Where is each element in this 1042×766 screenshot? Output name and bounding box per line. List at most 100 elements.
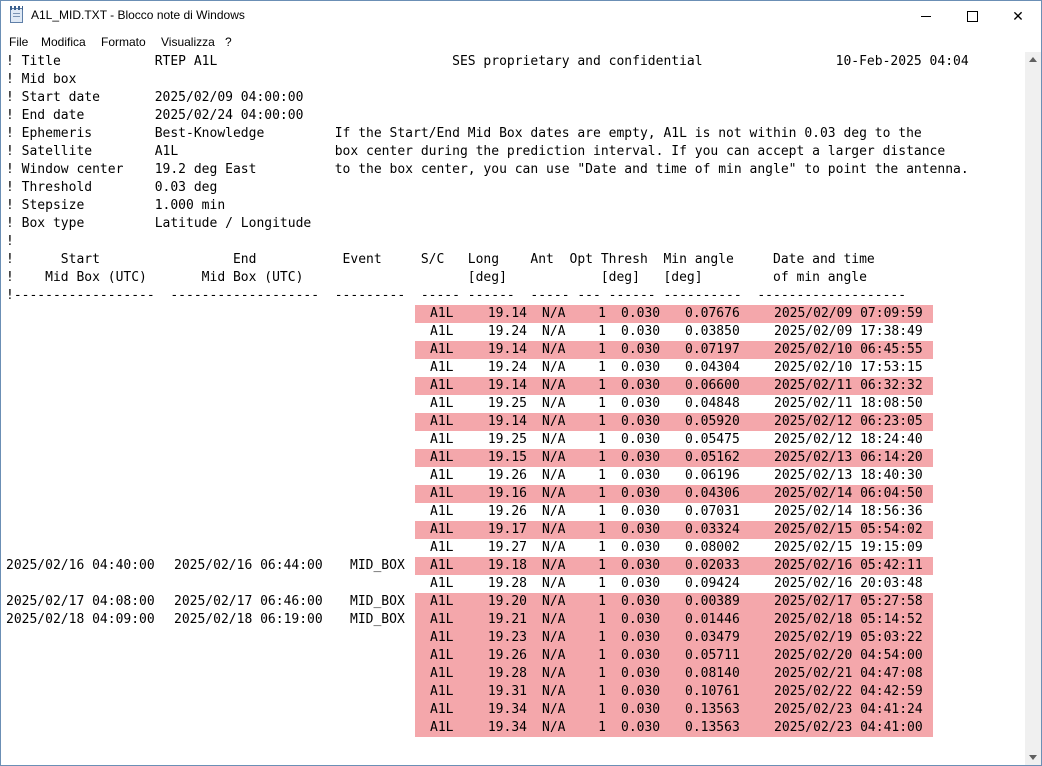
cell-opt: 1 — [598, 414, 606, 429]
cell-sc: A1L — [430, 684, 454, 699]
cell-long: 19.28 — [487, 666, 527, 681]
cell-event: MID_BOX — [350, 594, 405, 609]
cell-thresh: 0.030 — [621, 342, 661, 357]
cell-end: 2025/02/18 06:19:00 — [174, 612, 323, 627]
cell-opt: 1 — [598, 486, 606, 501]
cell-end — [174, 341, 326, 359]
cell-start — [6, 665, 158, 683]
maximize-button[interactable] — [949, 1, 995, 31]
cell-event — [350, 323, 410, 341]
minimize-button[interactable] — [903, 1, 949, 31]
cell-ant: N/A — [542, 648, 566, 663]
cell-opt: 1 — [598, 540, 606, 555]
cell-sc: A1L — [430, 648, 454, 663]
cell-event — [350, 413, 410, 431]
cell-opt: 1 — [598, 504, 606, 519]
cell-min: 0.13563 — [685, 702, 740, 717]
cell-end — [174, 665, 326, 683]
cell-opt: 1 — [598, 612, 606, 627]
cell-ant: N/A — [542, 450, 566, 465]
menu-formato[interactable]: Formato — [101, 35, 146, 49]
cell-start — [6, 413, 158, 431]
cell-min: 0.05711 — [685, 648, 740, 663]
cell-date: 2025/02/15 05:54:02 — [774, 522, 923, 537]
cell-thresh: 0.030 — [621, 468, 661, 483]
cell-start — [6, 359, 158, 377]
scroll-down-icon[interactable] — [1029, 755, 1037, 760]
cell-min: 0.05920 — [685, 414, 740, 429]
cell-long: 19.18 — [487, 558, 527, 573]
cell-date: 2025/02/19 05:03:22 — [774, 630, 923, 645]
cell-date: 2025/02/23 04:41:24 — [774, 702, 923, 717]
cell-start — [6, 629, 158, 647]
cell-end — [174, 413, 326, 431]
cell-opt: 1 — [598, 432, 606, 447]
scroll-up-icon[interactable] — [1029, 57, 1037, 62]
cell-event — [350, 539, 410, 557]
cell-thresh: 0.030 — [621, 720, 661, 735]
cell-end — [174, 395, 326, 413]
column-separator-line: !------------------ ------------------- … — [6, 288, 907, 303]
cell-end — [174, 377, 326, 395]
header-line: ! End date 2025/02/24 04:00:00 — [6, 108, 304, 123]
cell-opt: 1 — [598, 648, 606, 663]
cell-long: 19.34 — [487, 702, 527, 717]
cell-end — [174, 305, 326, 323]
cell-sc: A1L — [430, 576, 454, 591]
cell-thresh: 0.030 — [621, 414, 661, 429]
cell-long: 19.25 — [487, 432, 527, 447]
cell-min: 0.09424 — [685, 576, 740, 591]
cell-start — [6, 521, 158, 539]
vertical-scrollbar[interactable] — [1025, 52, 1041, 765]
header-line: ! Mid box — [6, 72, 77, 87]
cell-sc: A1L — [430, 612, 454, 627]
cell-long: 19.14 — [487, 378, 527, 393]
cell-date: 2025/02/12 18:24:40 — [774, 432, 923, 447]
cell-start — [6, 683, 158, 701]
cell-start — [6, 323, 158, 341]
cell-date: 2025/02/18 05:14:52 — [774, 612, 923, 627]
cell-start — [6, 395, 158, 413]
cell-sc: A1L — [430, 594, 454, 609]
cell-start — [6, 467, 158, 485]
cell-end — [174, 467, 326, 485]
cell-min: 0.00389 — [685, 594, 740, 609]
menu-modifica[interactable]: Modifica — [41, 35, 86, 49]
cell-start — [6, 701, 158, 719]
cell-min: 0.08140 — [685, 666, 740, 681]
cell-end — [174, 539, 326, 557]
header-line: ! — [6, 234, 14, 249]
cell-end — [174, 629, 326, 647]
menu-visualizza[interactable]: Visualizza — [161, 35, 215, 49]
close-button[interactable]: ✕ — [995, 1, 1041, 31]
cell-date: 2025/02/14 18:56:36 — [774, 504, 923, 519]
cell-opt: 1 — [598, 576, 606, 591]
cell-min: 0.06196 — [685, 468, 740, 483]
cell-opt: 1 — [598, 324, 606, 339]
notepad-window: A1L_MID.TXT - Blocco note di Windows ✕ F… — [0, 0, 1042, 766]
cell-long: 19.27 — [487, 540, 527, 555]
title-bar[interactable]: A1L_MID.TXT - Blocco note di Windows ✕ — [1, 1, 1041, 31]
menu-file[interactable]: File — [9, 35, 28, 49]
cell-long: 19.31 — [487, 684, 527, 699]
cell-sc: A1L — [430, 360, 454, 375]
cell-sc: A1L — [430, 324, 454, 339]
cell-start: 2025/02/16 04:40:00 — [6, 558, 155, 573]
cell-end: 2025/02/16 06:44:00 — [174, 558, 323, 573]
cell-long: 19.16 — [487, 486, 527, 501]
cell-event — [350, 701, 410, 719]
cell-sc: A1L — [430, 396, 454, 411]
text-editor[interactable]: ! Title RTEP A1L SES proprietary and con… — [1, 52, 1025, 765]
cell-opt: 1 — [598, 522, 606, 537]
menu-help[interactable]: ? — [225, 35, 232, 49]
cell-min: 0.07676 — [685, 306, 740, 321]
cell-date: 2025/02/20 04:54:00 — [774, 648, 923, 663]
cell-start — [6, 341, 158, 359]
cell-thresh: 0.030 — [621, 306, 661, 321]
cell-start — [6, 485, 158, 503]
cell-thresh: 0.030 — [621, 432, 661, 447]
cell-ant: N/A — [542, 702, 566, 717]
cell-ant: N/A — [542, 486, 566, 501]
cell-start — [6, 575, 158, 593]
cell-thresh: 0.030 — [621, 702, 661, 717]
